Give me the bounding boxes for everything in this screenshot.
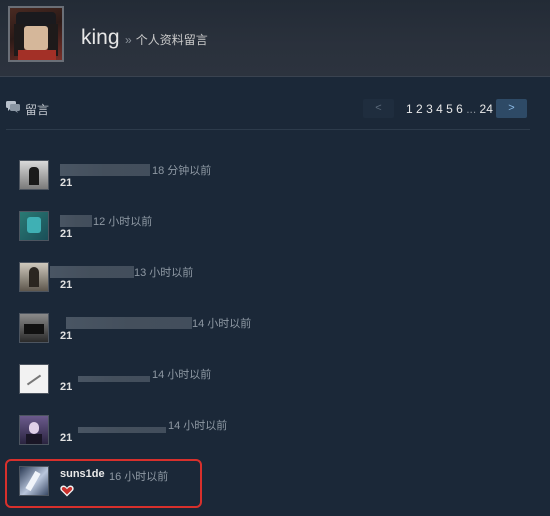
comment-text: 21 <box>60 381 73 393</box>
comment-icon <box>6 101 20 113</box>
comment-text: 21 <box>60 432 73 444</box>
profile-avatar[interactable] <box>8 6 64 62</box>
redacted-author <box>78 427 166 433</box>
comment-text: 21 <box>60 279 73 291</box>
comment-item: 14 小时以前 21 <box>16 361 526 405</box>
comment-item: 13 小时以前 21 <box>16 259 526 303</box>
profile-comments-page: king » 个人资料留言 留言 < 1 2 3 4 5 6 ... 24 > 1… <box>0 0 550 516</box>
page-4-link[interactable]: 4 <box>436 102 443 116</box>
commenter-avatar[interactable] <box>19 211 49 241</box>
comment-text: 21 <box>60 228 73 240</box>
section-title: 留言 <box>25 103 50 117</box>
redacted-author <box>60 164 150 176</box>
breadcrumb-separator: » <box>125 33 132 47</box>
comment-time: 14 小时以前 <box>168 420 228 432</box>
comment-item-highlighted: suns1de 16 小时以前 <box>16 463 526 507</box>
comment-item: 14 小时以前 21 <box>16 310 526 354</box>
profile-header: king » 个人资料留言 <box>0 0 550 77</box>
comment-time: 18 分钟以前 <box>152 165 212 177</box>
redacted-author <box>66 317 192 329</box>
comment-item: 14 小时以前 21 <box>16 412 526 456</box>
comment-text: 21 <box>60 177 73 189</box>
heart-icon <box>60 485 74 497</box>
page-1: 1 <box>406 102 413 116</box>
comment-text: 21 <box>60 330 73 342</box>
commenter-avatar[interactable] <box>19 415 49 445</box>
pager-next-button[interactable]: > <box>496 99 527 118</box>
commenter-avatar[interactable] <box>19 313 49 343</box>
comment-time: 14 小时以前 <box>152 369 212 381</box>
page-6-link[interactable]: 6 <box>456 102 463 116</box>
page-last-link[interactable]: 24 <box>480 102 493 116</box>
commenter-avatar[interactable] <box>19 262 49 292</box>
comment-time: 14 小时以前 <box>192 318 252 330</box>
commenter-avatar[interactable] <box>19 466 49 496</box>
comment-item: 12 小时以前 21 <box>16 208 526 252</box>
page-3-link[interactable]: 3 <box>426 102 433 116</box>
comment-time: 12 小时以前 <box>93 216 153 228</box>
comment-item: 18 分钟以前 21 <box>16 157 526 201</box>
page-5-link[interactable]: 5 <box>446 102 453 116</box>
redacted-author <box>50 266 134 278</box>
redacted-author <box>60 215 92 227</box>
breadcrumb: » 个人资料留言 <box>125 33 208 47</box>
commenter-avatar[interactable] <box>19 364 49 394</box>
comment-time: 13 小时以前 <box>134 267 194 279</box>
comment-author-link[interactable]: suns1de <box>60 468 105 480</box>
pager-prev-button[interactable]: < <box>363 99 394 118</box>
redacted-author <box>78 376 150 382</box>
comment-time: 16 小时以前 <box>109 471 169 483</box>
profile-name-link[interactable]: king <box>81 25 120 51</box>
commenter-avatar[interactable] <box>19 160 49 190</box>
section-divider <box>6 129 530 130</box>
breadcrumb-label: 个人资料留言 <box>135 33 208 47</box>
page-ellipsis: ... <box>466 102 477 116</box>
page-2-link[interactable]: 2 <box>416 102 423 116</box>
pagination: 1 2 3 4 5 6 ... 24 <box>406 102 493 116</box>
